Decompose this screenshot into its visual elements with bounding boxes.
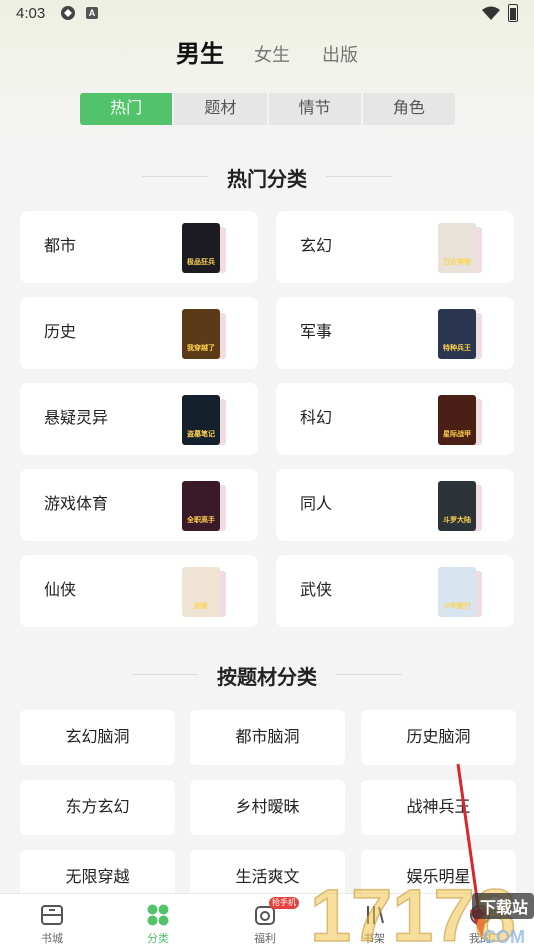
status-bar: 4:03 A — [0, 0, 534, 28]
status-time: 4:03 — [16, 5, 46, 22]
app-a-icon: A — [86, 7, 98, 19]
category-name: 悬疑灵异 — [44, 410, 109, 427]
tab-publish[interactable]: 出版 — [322, 38, 358, 72]
book-cover: 剑来 — [182, 567, 226, 617]
book-cover-title: 星际战甲 — [443, 431, 471, 438]
category-card[interactable]: 科幻星际战甲 — [276, 383, 514, 455]
category-card[interactable]: 仙侠剑来 — [20, 555, 258, 627]
book-cover-image: 极品狂兵 — [182, 223, 220, 273]
segment-plot[interactable]: 情节 — [269, 93, 363, 125]
category-name: 科幻 — [300, 410, 333, 427]
book-cover-title: 少年歌行 — [443, 603, 471, 610]
category-name: 历史 — [44, 324, 77, 341]
book-cover: 盗墓笔记 — [182, 395, 226, 445]
book-cover-image: 万古神帝 — [438, 223, 476, 273]
subject-section-title: 按题材分类 — [217, 667, 317, 689]
book-cover: 我穿越了 — [182, 309, 226, 359]
category-card[interactable]: 悬疑灵异盗墓笔记 — [20, 383, 258, 455]
watermark: 17178 下载站 .COM — [309, 855, 534, 950]
wifi-icon — [482, 6, 500, 20]
book-cover-title: 万古神帝 — [443, 259, 471, 266]
subject-chip[interactable]: 东方玄幻 — [20, 780, 175, 835]
nav-label: 书城 — [41, 933, 63, 945]
book-cover-image: 少年歌行 — [438, 567, 476, 617]
category-name: 玄幻 — [300, 238, 333, 255]
book-cover-title: 斗罗大陆 — [443, 517, 471, 524]
book-cover: 全职高手 — [182, 481, 226, 531]
gender-tabs: 男生 女生 出版 — [0, 38, 534, 72]
watermark-sub: 下载站 — [480, 898, 528, 917]
tab-male[interactable]: 男生 — [176, 38, 224, 72]
book-cover: 万古神帝 — [438, 223, 482, 273]
nav-label: 分类 — [147, 933, 169, 945]
category-card[interactable]: 历史我穿越了 — [20, 297, 258, 369]
book-cover: 少年歌行 — [438, 567, 482, 617]
category-name: 同人 — [300, 496, 333, 513]
book-cover-image: 全职高手 — [182, 481, 220, 531]
welfare-badge: 抢手机 — [269, 897, 299, 909]
tab-female[interactable]: 女生 — [254, 38, 290, 72]
subject-chip[interactable]: 都市脑洞 — [190, 710, 345, 765]
subject-chip[interactable]: 玄幻脑洞 — [20, 710, 175, 765]
category-card[interactable]: 同人斗罗大陆 — [276, 469, 514, 541]
book-cover-title: 剑来 — [194, 603, 208, 610]
category-name: 仙侠 — [44, 582, 77, 599]
category-name: 游戏体育 — [44, 496, 109, 513]
book-cover: 斗罗大陆 — [438, 481, 482, 531]
book-cover-image: 盗墓笔记 — [182, 395, 220, 445]
book-cover-title: 盗墓笔记 — [187, 431, 215, 438]
category-card[interactable]: 武侠少年歌行 — [276, 555, 514, 627]
nav-welfare[interactable]: 抢手机 福利 — [225, 894, 305, 950]
category-card[interactable]: 都市极品狂兵 — [20, 211, 258, 283]
book-cover-title: 极品狂兵 — [187, 259, 215, 266]
battery-icon — [508, 4, 518, 22]
segment-tabs: 热门 题材 情节 角色 — [80, 93, 455, 125]
nav-bookstore[interactable]: 书城 — [12, 894, 92, 950]
segment-role[interactable]: 角色 — [363, 93, 455, 125]
category-card[interactable]: 游戏体育全职高手 — [20, 469, 258, 541]
category-name: 军事 — [300, 324, 333, 341]
book-cover-image: 剑来 — [182, 567, 220, 617]
book-cover: 极品狂兵 — [182, 223, 226, 273]
book-cover-image: 斗罗大陆 — [438, 481, 476, 531]
segment-hot[interactable]: 热门 — [80, 93, 175, 125]
book-cover-image: 星际战甲 — [438, 395, 476, 445]
nav-category[interactable]: 分类 — [118, 894, 198, 950]
watermark-domain: .COM — [478, 927, 525, 947]
book-cover-image: 我穿越了 — [182, 309, 220, 359]
nav-label: 福利 — [254, 933, 276, 945]
category-card[interactable]: 玄幻万古神帝 — [276, 211, 514, 283]
book-cover-title: 全职高手 — [187, 517, 215, 524]
bookstore-icon — [41, 905, 63, 925]
book-cover: 星际战甲 — [438, 395, 482, 445]
book-cover-title: 特种兵王 — [443, 345, 471, 352]
category-name: 武侠 — [300, 582, 333, 599]
hot-section-title: 热门分类 — [227, 169, 307, 191]
category-name: 都市 — [44, 238, 77, 255]
book-cover: 特种兵王 — [438, 309, 482, 359]
subject-chip[interactable]: 历史脑洞 — [361, 710, 516, 765]
sync-icon — [61, 6, 75, 20]
book-cover-title: 我穿越了 — [187, 345, 215, 352]
segment-subject[interactable]: 题材 — [174, 93, 269, 125]
category-card[interactable]: 军事特种兵王 — [276, 297, 514, 369]
book-cover-image: 特种兵王 — [438, 309, 476, 359]
subject-chip[interactable]: 乡村暧昧 — [190, 780, 345, 835]
category-icon — [147, 904, 169, 926]
